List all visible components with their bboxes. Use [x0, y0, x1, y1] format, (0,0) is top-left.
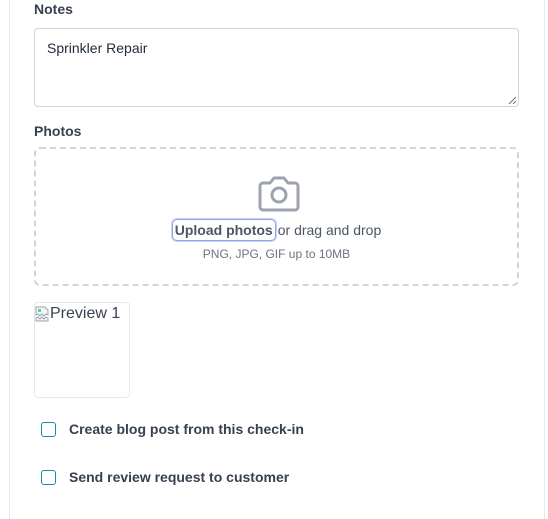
- blog-post-option[interactable]: Create blog post from this check-in: [41, 421, 304, 437]
- photo-dropzone[interactable]: Upload photos or drag and drop PNG, JPG, …: [34, 147, 519, 286]
- review-request-checkbox[interactable]: [41, 469, 56, 485]
- resize-grip-icon[interactable]: [508, 96, 517, 105]
- photo-preview[interactable]: Preview 1: [34, 302, 130, 398]
- notes-textarea[interactable]: Sprinkler Repair: [34, 28, 519, 107]
- notes-label: Notes: [34, 1, 73, 17]
- review-request-option[interactable]: Send review request to customer: [41, 469, 289, 485]
- broken-image-icon: [35, 306, 49, 322]
- preview-alt-text: Preview 1: [50, 305, 121, 322]
- blog-post-label[interactable]: Create blog post from this check-in: [69, 421, 304, 437]
- blog-post-checkbox[interactable]: [41, 421, 56, 437]
- preview-image: Preview 1: [35, 305, 120, 323]
- upload-photos-link[interactable]: Upload photos: [171, 219, 276, 241]
- notes-textarea-value: Sprinkler Repair: [47, 40, 148, 56]
- drag-drop-text: or drag and drop: [277, 222, 382, 238]
- camera-icon: [258, 176, 300, 212]
- review-request-label[interactable]: Send review request to customer: [69, 469, 289, 485]
- photos-label: Photos: [34, 123, 82, 139]
- upload-row: Upload photos or drag and drop: [36, 219, 517, 241]
- file-type-hint: PNG, JPG, GIF up to 10MB: [202, 247, 351, 261]
